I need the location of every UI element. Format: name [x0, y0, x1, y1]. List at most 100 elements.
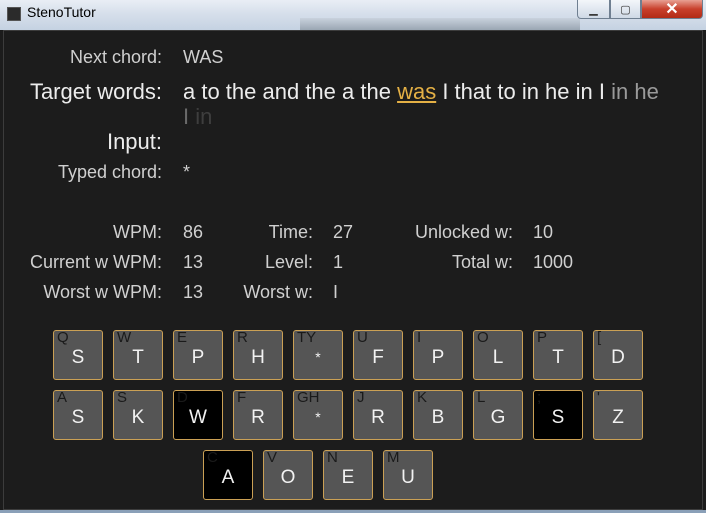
upcoming-word: in: [611, 79, 629, 104]
key-hint: [: [597, 329, 602, 346]
steno-key-g[interactable]: LG: [473, 389, 523, 440]
wpm-label: WPM:: [113, 222, 162, 242]
key-hint: GH: [297, 389, 320, 406]
title-bar[interactable]: StenoTutor ▁ ▢ ✕: [0, 0, 706, 30]
worst-w-wpm-value: 13: [183, 282, 204, 302]
steno-key-k[interactable]: SK: [113, 389, 163, 440]
minimize-icon: ▁: [589, 3, 598, 16]
next-chord-value: WAS: [183, 47, 224, 67]
target-words-label: Target words:: [29, 79, 162, 104]
window-title: StenoTutor: [27, 4, 96, 20]
key-hint: P: [537, 329, 548, 346]
key-hint: N: [327, 449, 338, 466]
steno-key-w-pressed[interactable]: DW: [173, 389, 223, 440]
key-label: S: [551, 407, 565, 428]
worst-w-value: I: [333, 282, 339, 302]
key-hint: E: [177, 329, 188, 346]
title-bar-strip: [300, 18, 580, 30]
key-label: L: [492, 347, 504, 368]
next-chord-label: Next chord:: [69, 47, 162, 67]
key-hint: C: [207, 449, 218, 466]
steno-key-p-right[interactable]: IP: [413, 329, 463, 380]
key-hint: D: [177, 389, 188, 406]
key-label: T: [552, 347, 564, 368]
key-label: H: [251, 347, 265, 368]
steno-key-s-left-top[interactable]: QS: [53, 329, 103, 380]
key-hint: S: [117, 389, 128, 406]
key-label: *: [315, 349, 321, 365]
maximize-button[interactable]: ▢: [610, 0, 641, 19]
steno-key-b[interactable]: KB: [413, 389, 463, 440]
steno-key-r-left[interactable]: FR: [233, 389, 283, 440]
close-icon: ✕: [665, 1, 679, 18]
key-hint: ;: [537, 389, 542, 406]
key-label: E: [341, 467, 355, 488]
key-label: W: [189, 407, 207, 428]
key-label: D: [611, 347, 625, 368]
steno-key-s-right-pressed[interactable]: ; S: [533, 389, 583, 440]
key-label: A: [221, 467, 235, 488]
minimize-button[interactable]: ▁: [577, 0, 610, 19]
wpm-value: 86: [183, 222, 204, 242]
typed-chord-label: Typed chord:: [57, 162, 162, 182]
steno-key-a-pressed[interactable]: CA: [203, 449, 253, 500]
unlocked-w-label: Unlocked w:: [414, 222, 513, 242]
key-hint: K: [417, 389, 428, 406]
steno-key-l[interactable]: OL: [473, 329, 523, 380]
key-hint: W: [117, 329, 132, 346]
close-button[interactable]: ✕: [641, 0, 703, 19]
key-hint: ': [597, 389, 600, 406]
current-w-wpm-value: 13: [183, 252, 204, 272]
steno-key-d[interactable]: [D: [593, 329, 643, 380]
steno-key-f[interactable]: UF: [353, 329, 403, 380]
steno-key-r-right[interactable]: JR: [353, 389, 403, 440]
key-hint: R: [237, 329, 248, 346]
upcoming-word: I: [183, 104, 190, 129]
worst-w-label: Worst w:: [243, 282, 313, 302]
key-label: G: [490, 407, 506, 428]
key-label: O: [280, 467, 296, 488]
total-w-value: 1000: [533, 252, 574, 272]
steno-key-star-top[interactable]: TY *: [293, 329, 343, 380]
key-label: P: [431, 347, 445, 368]
upcoming-word: he: [634, 79, 659, 104]
key-label: R: [251, 407, 265, 428]
key-label: R: [371, 407, 385, 428]
unlocked-w-value: 10: [533, 222, 554, 242]
target-words-after: I that to in he in I: [442, 79, 605, 104]
typed-chord-value: *: [183, 162, 191, 182]
time-label: Time:: [268, 222, 313, 242]
key-hint: A: [57, 389, 68, 406]
steno-key-z[interactable]: ' Z: [593, 389, 643, 440]
key-label: Z: [612, 407, 624, 428]
worst-w-wpm-label: Worst w WPM:: [43, 282, 162, 302]
key-hint: J: [357, 389, 365, 406]
steno-key-h[interactable]: RH: [233, 329, 283, 380]
steno-key-p-left[interactable]: EP: [173, 329, 223, 380]
total-w-label: Total w:: [451, 252, 513, 272]
time-value: 27: [333, 222, 354, 242]
steno-key-t-right[interactable]: PT: [533, 329, 583, 380]
key-label: K: [131, 407, 145, 428]
steno-key-star-bottom[interactable]: GH *: [293, 389, 343, 440]
input-label: Input:: [106, 129, 162, 154]
key-hint: M: [387, 449, 400, 466]
target-words-before: a to the and the a the: [183, 79, 391, 104]
key-hint: O: [477, 329, 489, 346]
key-hint: TY: [297, 329, 317, 346]
steno-key-t-left[interactable]: WT: [113, 329, 163, 380]
key-hint: L: [477, 389, 486, 406]
level-value: 1: [333, 252, 344, 272]
key-label: P: [191, 347, 205, 368]
key-label: T: [132, 347, 144, 368]
steno-key-o[interactable]: VO: [263, 449, 313, 500]
key-hint: Q: [57, 329, 69, 346]
target-words: a to the and the a the was I that to in …: [183, 79, 663, 129]
steno-key-e[interactable]: NE: [323, 449, 373, 500]
steno-key-u[interactable]: MU: [383, 449, 433, 500]
key-hint: F: [237, 389, 247, 406]
current-target-word: was: [397, 79, 437, 104]
key-label: *: [315, 409, 321, 425]
key-label: S: [71, 347, 85, 368]
steno-key-s-left-bottom[interactable]: AS: [53, 389, 103, 440]
